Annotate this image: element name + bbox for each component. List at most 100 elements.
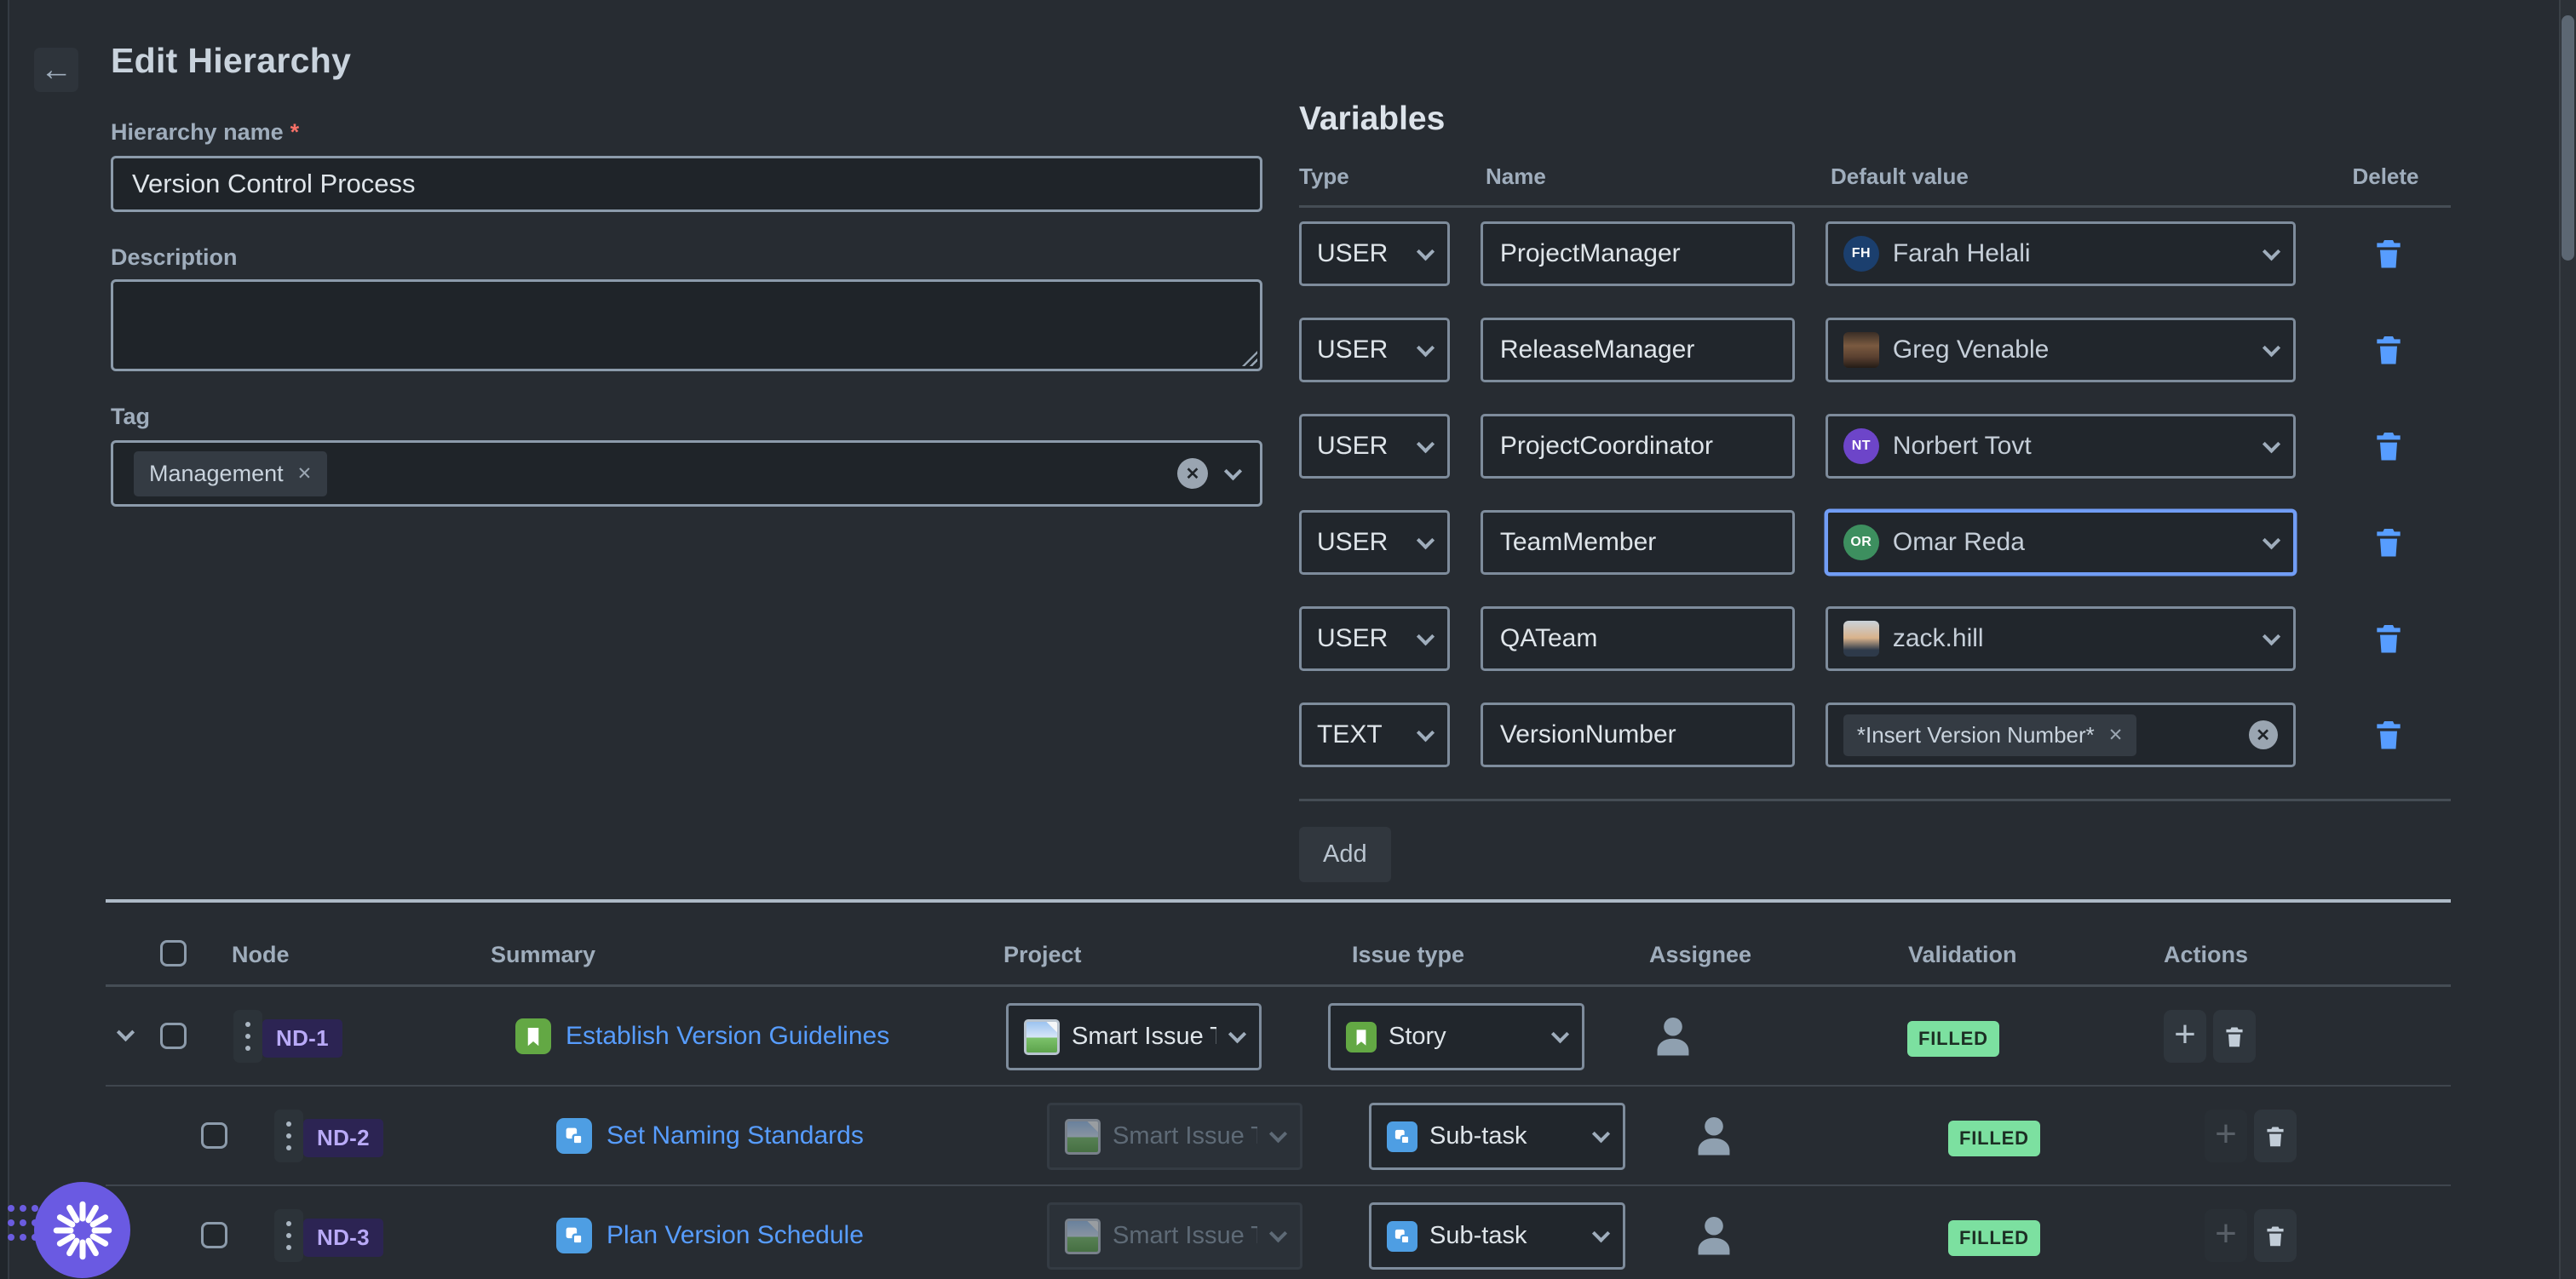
default-value-select[interactable]: zack.hill [1826,606,2296,671]
summary-link[interactable]: Plan Version Schedule [607,1221,864,1250]
variable-row: USER OR Omar Reda [1299,510,2451,575]
variable-type-select[interactable]: USER [1299,510,1450,575]
remove-value-icon[interactable]: ✕ [2108,725,2124,746]
variable-row: USER Greg Venable [1299,318,2451,382]
validation-badge: FILLED [1948,1121,2040,1156]
row-checkbox[interactable] [201,1122,227,1149]
assignee-button[interactable] [1650,1012,1696,1065]
variable-name-input[interactable] [1481,703,1795,767]
col-name: Name [1486,163,1800,190]
description-label: Description [111,244,1262,271]
description-textarea[interactable] [111,279,1262,371]
delete-variable-button[interactable] [2372,523,2406,563]
delete-variable-button[interactable] [2372,234,2406,274]
story-icon [515,1018,551,1054]
page-title: Edit Hierarchy [111,41,351,81]
add-child-button-disabled: + [2205,1110,2247,1162]
tag-label: Tag [111,404,1262,430]
default-value-select[interactable]: NT Norbert Tovt [1826,414,2296,479]
project-select-disabled: Smart Issue T [1047,1202,1302,1270]
project-avatar-icon [1065,1219,1101,1254]
tag-select[interactable]: Management ✕ ✕ [111,440,1262,507]
default-value-select[interactable]: OR Omar Reda [1826,510,2296,575]
variable-name-input[interactable] [1481,318,1795,382]
add-child-button-disabled: + [2205,1209,2247,1262]
delete-node-button[interactable] [2254,1209,2297,1262]
row-checkbox[interactable] [160,1023,187,1049]
assignee-button[interactable] [1691,1211,1737,1265]
chevron-down-icon [1269,1225,1287,1242]
add-variable-button[interactable]: Add [1299,827,1391,882]
back-button[interactable]: ← [34,48,78,92]
chevron-down-icon [1417,628,1435,645]
variable-row: USER NT Norbert Tovt [1299,414,2451,479]
delete-node-button[interactable] [2213,1010,2256,1063]
collapse-chevron-icon[interactable] [117,1024,135,1041]
variable-name-input[interactable] [1481,221,1795,286]
drag-handle[interactable] [233,1010,262,1063]
trash-icon [2263,1122,2287,1150]
delete-node-button[interactable] [2254,1110,2297,1162]
col-assignee: Assignee [1649,942,1751,968]
subtask-icon [1387,1221,1417,1252]
summary-link[interactable]: Set Naming Standards [607,1121,864,1150]
variable-type-select[interactable]: USER [1299,221,1450,286]
trash-icon [2372,234,2406,272]
row-checkbox[interactable] [201,1222,227,1248]
variable-type-select[interactable]: USER [1299,414,1450,479]
drag-handle[interactable] [274,1110,303,1162]
variable-type-select[interactable]: TEXT [1299,703,1450,767]
delete-variable-button[interactable] [2372,330,2406,370]
delete-variable-button[interactable] [2372,427,2406,467]
avatar: OR [1843,525,1879,560]
delete-variable-button[interactable] [2372,715,2406,755]
issue-type-select[interactable]: Sub-task [1369,1103,1625,1170]
clear-all-icon[interactable]: ✕ [2249,720,2278,749]
project-select-disabled: Smart Issue T [1047,1103,1302,1170]
project-select[interactable]: Smart Issue T [1006,1003,1262,1070]
col-summary: Summary [491,942,595,968]
trash-icon [2372,619,2406,657]
default-value-multiselect[interactable]: *Insert Version Number* ✕ ✕ [1826,703,2296,767]
col-project: Project [1003,942,1082,968]
nodes-table: Node Summary Project Issue type Assignee… [106,899,2451,1279]
trash-icon [2372,427,2406,464]
clear-all-icon[interactable]: ✕ [1177,458,1208,489]
divider [1299,799,2451,801]
left-panel-edge [0,0,9,1279]
col-default: Default value [1831,163,2320,190]
drag-handle[interactable] [274,1209,303,1262]
chevron-down-icon [2263,243,2280,261]
add-child-button[interactable]: + [2164,1010,2206,1063]
assistant-fab-button[interactable] [34,1182,130,1278]
remove-tag-icon[interactable]: ✕ [297,463,313,485]
variables-section: Variables Type Name Default value Delete… [1299,100,2451,882]
scrollbar-thumb[interactable] [2562,15,2574,261]
issue-type-select[interactable]: Sub-task [1369,1202,1625,1270]
variable-name-input[interactable] [1481,510,1795,575]
default-value-select[interactable]: FH Farah Helali [1826,221,2296,286]
variable-row: USER FH Farah Helali [1299,221,2451,286]
hierarchy-name-input[interactable] [111,156,1262,212]
scrollbar-track[interactable] [2559,0,2576,1279]
subtask-icon [1387,1121,1417,1152]
delete-variable-button[interactable] [2372,619,2406,659]
assignee-button[interactable] [1691,1111,1737,1165]
issue-type-select[interactable]: Story [1328,1003,1584,1070]
chevron-down-icon [1417,339,1435,357]
person-icon [1691,1211,1737,1260]
table-row: ND-3 Plan Version Schedule Smart Issue T… [106,1186,2451,1279]
variable-name-input[interactable] [1481,414,1795,479]
trash-icon [2263,1222,2287,1249]
default-value-select[interactable]: Greg Venable [1826,318,2296,382]
chevron-down-icon [1417,531,1435,549]
starburst-icon [53,1201,112,1260]
variable-type-select[interactable]: USER [1299,606,1450,671]
chevron-down-icon[interactable] [1224,462,1242,480]
select-all-checkbox[interactable] [160,940,187,966]
project-avatar-icon [1024,1019,1060,1055]
variable-name-input[interactable] [1481,606,1795,671]
hierarchy-form: Hierarchy name* Description Tag Manageme… [111,119,1262,507]
variable-type-select[interactable]: USER [1299,318,1450,382]
summary-link[interactable]: Establish Version Guidelines [566,1022,889,1051]
